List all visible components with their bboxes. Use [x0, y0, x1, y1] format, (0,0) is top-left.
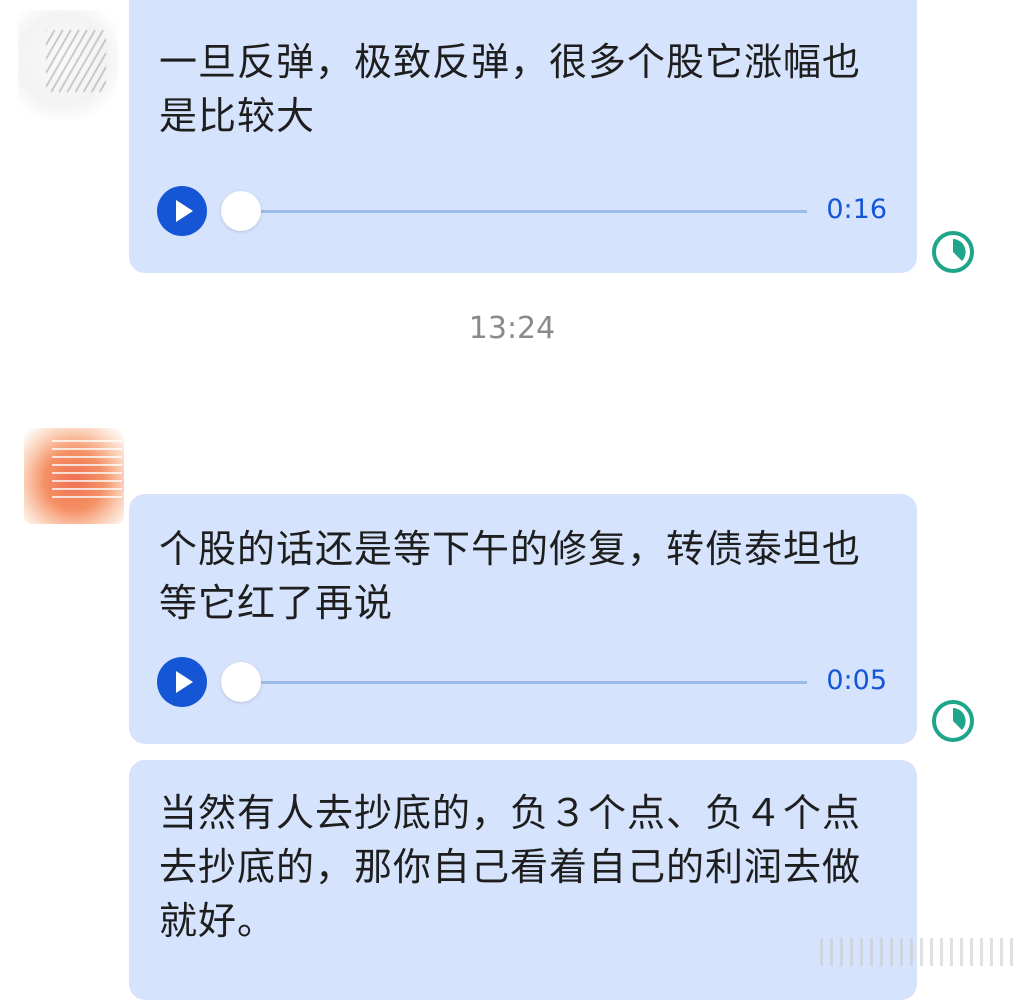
- play-icon: [176, 671, 193, 693]
- audio-duration: 0:05: [826, 665, 887, 696]
- voice-transcript-text: 个股的话还是等下午的修复，转债泰坦也等它红了再说: [159, 527, 862, 625]
- audio-scrubber-handle[interactable]: [221, 191, 261, 231]
- play-icon: [176, 200, 193, 222]
- text-message-bubble[interactable]: 当然有人去抄底的，负３个点、负４个点去抄底的，那你自己看着自己的利润去做就好。: [129, 760, 917, 1000]
- audio-scrubber-handle[interactable]: [221, 662, 261, 702]
- clock-pie-icon: [930, 698, 976, 744]
- voice-transcript-text: 一旦反弹，极致反弹，很多个股它涨幅也是比较大: [159, 40, 862, 138]
- contact-avatar[interactable]: [18, 10, 118, 120]
- avatar-pattern: [46, 30, 106, 92]
- audio-duration: 0:16: [826, 194, 887, 225]
- voice-message-bubble[interactable]: 个股的话还是等下午的修复，转债泰坦也等它红了再说 0:05: [129, 494, 917, 744]
- play-button[interactable]: [157, 657, 207, 707]
- audio-player: 0:05: [157, 657, 887, 707]
- audio-progress-track[interactable]: [227, 681, 807, 684]
- message-text: 当然有人去抄底的，负３个点、负４个点去抄底的，那你自己看着自己的利润去做就好。: [159, 791, 862, 943]
- watermark: [820, 938, 1016, 966]
- audio-progress-track[interactable]: [227, 210, 807, 213]
- voice-message-bubble[interactable]: 一旦反弹，极致反弹，很多个股它涨幅也是比较大 0:16: [129, 0, 917, 273]
- chat-timestamp: 13:24: [468, 311, 556, 346]
- clock-pie-icon: [930, 229, 976, 275]
- audio-player: 0:16: [157, 186, 887, 236]
- contact-avatar[interactable]: [24, 428, 124, 524]
- play-button[interactable]: [157, 186, 207, 236]
- avatar-pattern: [52, 438, 122, 498]
